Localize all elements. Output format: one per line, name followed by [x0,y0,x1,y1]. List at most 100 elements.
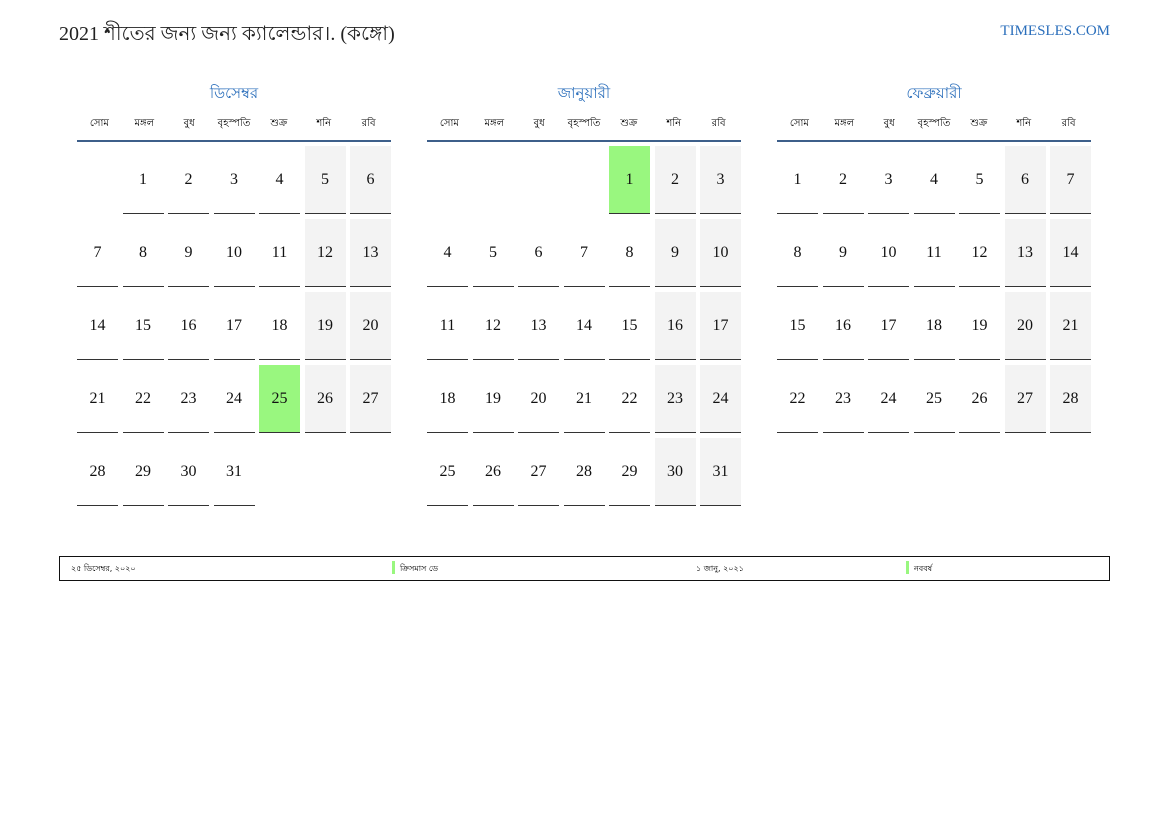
day-cell[interactable]: 13 [518,292,559,360]
day-cell[interactable]: 5 [959,146,1000,214]
day-cell[interactable]: 1 [609,146,650,214]
day-cell[interactable]: 30 [654,438,696,506]
day-cell[interactable]: 8 [122,219,164,287]
day-cell[interactable]: 4 [913,146,955,214]
day-cell[interactable]: 7 [77,219,118,287]
day-cell[interactable]: 4 [427,219,468,287]
day-cell[interactable]: 14 [1050,219,1091,287]
day-cell[interactable]: 16 [822,292,864,360]
day-cell[interactable]: 9 [168,219,209,287]
day-cell[interactable]: 15 [122,292,164,360]
site-link[interactable]: TIMESLES.COM [1000,23,1110,40]
day-cell[interactable]: 4 [259,146,300,214]
day-cell[interactable]: 7 [563,219,605,287]
day-cell[interactable]: 28 [77,438,118,506]
day-cell[interactable]: 2 [822,146,864,214]
day-cell[interactable]: 18 [427,365,468,433]
day-cell[interactable]: 21 [1050,292,1091,360]
day-cell[interactable]: 23 [822,365,864,433]
day-cell[interactable]: 8 [777,219,818,287]
day-cell[interactable]: 8 [609,219,650,287]
day-cell[interactable]: 19 [959,292,1000,360]
day-cell[interactable]: 29 [122,438,164,506]
weekday-header: সোম মঙ্গল বুধ বৃহস্পতি শুক্র শনি রবি [77,106,391,142]
day-cell[interactable]: 17 [868,292,909,360]
day-cell[interactable]: 15 [609,292,650,360]
day-cell[interactable]: 3 [213,146,255,214]
day-cell[interactable]: 7 [1050,146,1091,214]
day-cell[interactable]: 11 [913,219,955,287]
day-cell[interactable]: 10 [868,219,909,287]
day-cell[interactable]: 18 [913,292,955,360]
weekday-label: শুক্র [270,118,288,129]
day-cell[interactable]: 19 [304,292,346,360]
day-cell[interactable]: 12 [304,219,346,287]
day-cell[interactable]: 3 [700,146,741,214]
day-cell[interactable]: 21 [77,365,118,433]
day-cell[interactable]: 20 [518,365,559,433]
day-cell[interactable]: 19 [472,365,514,433]
day-cell[interactable]: 11 [259,219,300,287]
day-cell[interactable]: 17 [700,292,741,360]
day-cell[interactable]: 20 [1004,292,1046,360]
day-cell[interactable]: 16 [654,292,696,360]
day-cell[interactable]: 30 [168,438,209,506]
day-cell[interactable]: 9 [822,219,864,287]
weekday-label: বুধ [533,118,545,129]
day-cell[interactable]: 31 [213,438,255,506]
weekday-label: বৃহস্পতি [217,118,251,129]
day-cell[interactable]: 21 [563,365,605,433]
day-cell[interactable]: 22 [777,365,818,433]
month-calendar: ডিসেম্বর সোম মঙ্গল বুধ বৃহস্পতি শুক্র শনি রবি 1 2… [77,82,391,506]
day-cell[interactable]: 10 [700,219,741,287]
day-cell[interactable]: 28 [563,438,605,506]
holiday-legend: ২৫ ডিসেম্বর, ২০২০ ক্রিসমাস ডে ১ জানু, ২০… [59,556,1110,581]
day-cell[interactable]: 20 [350,292,391,360]
day-cell[interactable]: 26 [959,365,1000,433]
day-cell[interactable]: 11 [427,292,468,360]
day-cell[interactable]: 14 [563,292,605,360]
day-cell[interactable]: 23 [168,365,209,433]
day-cell[interactable]: 6 [518,219,559,287]
day-cell[interactable]: 9 [654,219,696,287]
day-cell[interactable]: 2 [168,146,209,214]
day-cell[interactable]: 1 [122,146,164,214]
day-cell[interactable]: 24 [868,365,909,433]
day-cell[interactable]: 27 [1004,365,1046,433]
day-cell[interactable]: 10 [213,219,255,287]
day-cell[interactable]: 18 [259,292,300,360]
day-cell[interactable]: 6 [1004,146,1046,214]
holiday-marker [392,561,395,574]
day-cell[interactable]: 13 [350,219,391,287]
holiday-date: ২৫ ডিসেম্বর, ২০২০ [71,564,136,573]
day-cell[interactable]: 12 [959,219,1000,287]
day-cell[interactable]: 23 [654,365,696,433]
day-cell[interactable]: 6 [350,146,391,214]
day-cell[interactable]: 27 [350,365,391,433]
day-cell[interactable]: 22 [122,365,164,433]
day-cell[interactable]: 22 [609,365,650,433]
day-cell[interactable]: 24 [700,365,741,433]
day-cell[interactable]: 25 [913,365,955,433]
day-cell[interactable]: 24 [213,365,255,433]
day-cell[interactable]: 26 [472,438,514,506]
day-cell[interactable]: 1 [777,146,818,214]
day-cell[interactable]: 25 [259,365,300,433]
day-cell[interactable]: 5 [472,219,514,287]
day-cell[interactable]: 14 [77,292,118,360]
day-cell[interactable]: 28 [1050,365,1091,433]
day-cell[interactable]: 16 [168,292,209,360]
day-cell[interactable]: 31 [700,438,741,506]
day-cell[interactable]: 12 [472,292,514,360]
day-cell[interactable]: 29 [609,438,650,506]
day-cell[interactable]: 26 [304,365,346,433]
day-cell[interactable]: 27 [518,438,559,506]
day-cell[interactable]: 15 [777,292,818,360]
weekday-label: শনি [666,118,682,129]
day-cell[interactable]: 2 [654,146,696,214]
day-cell[interactable]: 13 [1004,219,1046,287]
day-cell[interactable]: 5 [304,146,346,214]
day-cell[interactable]: 3 [868,146,909,214]
day-cell[interactable]: 17 [213,292,255,360]
day-cell[interactable]: 25 [427,438,468,506]
